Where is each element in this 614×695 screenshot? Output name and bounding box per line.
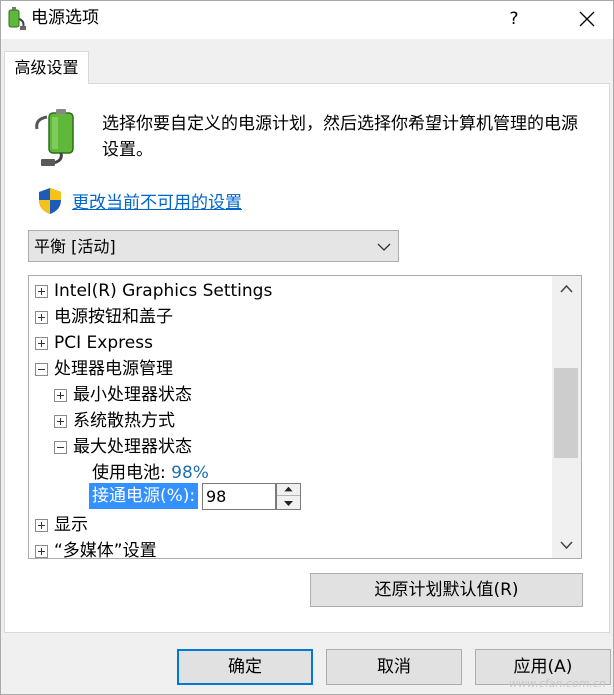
expand-icon[interactable] [35,285,48,298]
scrollbar-thumb[interactable] [554,368,578,458]
plugged-in-setting-label: 接通电源(%): [89,483,199,509]
power-options-icon [8,7,26,30]
collapse-icon[interactable] [54,441,67,454]
expand-icon[interactable] [35,337,48,350]
chevron-down-icon[interactable] [552,532,581,558]
restore-defaults-button[interactable]: 还原计划默认值(R) [310,573,583,607]
tab-strip: 高级设置 [1,39,613,84]
battery-plug-icon [35,109,74,166]
expand-icon[interactable] [54,415,67,428]
settings-tree[interactable]: Intel(R) Graphics Settings 电源按钮和盖子 PCI E… [28,275,582,559]
battery-setting-value[interactable]: 98% [171,463,209,483]
expand-icon[interactable] [35,519,48,532]
battery-setting-label: 使用电池: [92,463,166,483]
expand-icon[interactable] [35,545,48,558]
uac-shield-icon [39,188,61,214]
tab-advanced-settings[interactable]: 高级设置 [4,51,89,84]
tree-scrollbar[interactable] [552,276,581,558]
power-plan-select[interactable]: 平衡 [活动] [28,230,399,262]
chevron-down-icon [377,243,391,251]
collapse-icon[interactable] [35,363,48,376]
title-bar: 电源选项 ? [1,1,613,39]
expand-icon[interactable] [35,311,48,324]
window-title: 电源选项 [31,8,99,28]
chevron-up-icon[interactable] [552,276,581,302]
spin-down-icon[interactable] [277,497,300,509]
watermark: www.cfan.com.cn [509,677,606,690]
help-button[interactable]: ? [491,1,537,37]
ok-button[interactable]: 确定 [177,649,313,685]
value-spinner [276,483,301,510]
power-options-dialog: 电源选项 ? 高级设置 选择你要自定义的电源计划，然后选择你希望计算机管理的电源… [0,0,614,695]
close-icon[interactable] [563,1,611,37]
plugged-in-value-input[interactable]: 98 [202,483,276,510]
power-plan-value: 平衡 [活动] [34,237,116,256]
expand-icon[interactable] [54,389,67,402]
spin-up-icon[interactable] [277,484,300,496]
cancel-button[interactable]: 取消 [326,649,462,685]
change-unavailable-settings-link[interactable]: 更改当前不可用的设置 [72,192,242,214]
intro-text: 选择你要自定义的电源计划，然后选择你希望计算机管理的电源设置。 [102,114,578,160]
